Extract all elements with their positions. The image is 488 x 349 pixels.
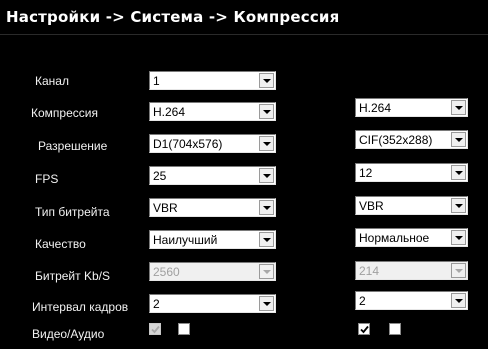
chevron-down-icon[interactable] — [451, 230, 466, 245]
label-channel: Канал — [35, 74, 69, 88]
extra-video-checkbox[interactable] — [358, 323, 370, 335]
channel-select[interactable]: 1 — [149, 71, 276, 90]
chevron-down-icon[interactable] — [451, 165, 466, 180]
main-quality-select[interactable]: Наилучший — [149, 230, 276, 249]
main-bitrate-value: 2560 — [153, 265, 180, 279]
label-fps: FPS — [35, 172, 59, 186]
label-compression: Компрессия — [31, 106, 98, 120]
chevron-down-icon[interactable] — [259, 73, 274, 88]
main-frame-interval-value: 2 — [153, 297, 160, 311]
main-bitrate-select: 2560 — [149, 262, 276, 281]
chevron-down-icon[interactable] — [451, 198, 466, 213]
main-compression-value: H.264 — [153, 105, 186, 119]
main-bitrate-type-value: VBR — [153, 201, 178, 215]
extra-quality-value: Нормальное — [359, 231, 430, 245]
extra-compression-select[interactable]: H.264 — [355, 98, 468, 117]
extra-bitrate-select: 214 — [355, 261, 468, 280]
main-compression-select[interactable]: H.264 — [149, 102, 276, 121]
chevron-down-icon — [451, 263, 466, 278]
chevron-down-icon[interactable] — [259, 296, 274, 311]
title-bar: Настройки -> Система -> Компрессия — [0, 0, 488, 35]
extra-frame-interval-select[interactable]: 2 — [355, 291, 468, 310]
extra-bitrate-type-value: VBR — [359, 199, 384, 213]
chevron-down-icon[interactable] — [451, 132, 466, 147]
chevron-down-icon[interactable] — [259, 104, 274, 119]
main-frame-interval-select[interactable]: 2 — [149, 294, 276, 313]
main-fps-value: 25 — [153, 169, 167, 183]
chevron-down-icon[interactable] — [451, 100, 466, 115]
extra-quality-select[interactable]: Нормальное — [355, 228, 468, 247]
chevron-down-icon — [259, 264, 274, 279]
main-resolution-value: D1(704x576) — [153, 137, 223, 151]
chevron-down-icon[interactable] — [259, 168, 274, 183]
chevron-down-icon[interactable] — [259, 200, 274, 215]
main-bitrate-type-select[interactable]: VBR — [149, 198, 276, 217]
channel-value: 1 — [153, 74, 160, 88]
main-resolution-select[interactable]: D1(704x576) — [149, 134, 276, 153]
label-quality: Качество — [35, 237, 86, 251]
extra-resolution-value: CIF(352x288) — [359, 133, 433, 147]
extra-fps-select[interactable]: 12 — [355, 163, 468, 182]
main-quality-value: Наилучший — [153, 233, 218, 247]
extra-fps-value: 12 — [359, 166, 373, 180]
main-video-checkbox — [149, 323, 161, 335]
label-resolution: Разрешение — [38, 139, 108, 153]
chevron-down-icon[interactable] — [451, 293, 466, 308]
chevron-down-icon[interactable] — [259, 232, 274, 247]
main-fps-select[interactable]: 25 — [149, 166, 276, 185]
checkmark-icon — [151, 325, 160, 334]
label-bitrate: Битрейт Kb/S — [35, 269, 110, 283]
label-video-audio: Видео/Аудио — [32, 327, 105, 341]
extra-compression-value: H.264 — [359, 101, 392, 115]
page-title: Настройки -> Система -> Компрессия — [6, 8, 340, 26]
extra-audio-checkbox[interactable] — [389, 323, 401, 335]
label-bitrate-type: Тип битрейта — [35, 205, 110, 219]
extra-bitrate-value: 214 — [359, 264, 380, 278]
label-frame-interval: Интервал кадров — [32, 300, 129, 314]
extra-bitrate-type-select[interactable]: VBR — [355, 196, 468, 215]
checkmark-icon — [360, 325, 369, 334]
extra-resolution-select[interactable]: CIF(352x288) — [355, 130, 468, 149]
extra-frame-interval-value: 2 — [359, 294, 366, 308]
main-audio-checkbox[interactable] — [178, 323, 190, 335]
chevron-down-icon[interactable] — [259, 136, 274, 151]
